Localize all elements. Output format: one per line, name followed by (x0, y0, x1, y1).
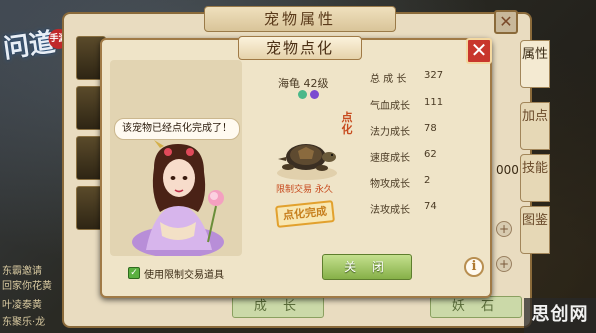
tab-skills[interactable]: 技能 (520, 154, 550, 202)
element-wood-icon (298, 90, 307, 99)
stat-row-physical-attack-growth: 物攻成长 2 (370, 175, 480, 195)
stat-label: 速度成长 (370, 153, 410, 164)
site-watermark: 思创网 (524, 298, 596, 333)
stat-label: 法力成长 (370, 127, 410, 138)
restricted-item-label: 使用限制交易道具 (144, 270, 224, 281)
stat-value: 74 (424, 201, 437, 212)
growth-button[interactable]: 成 长 (232, 296, 324, 318)
back-panel-value: 000 (496, 163, 519, 177)
demon-stone-button[interactable]: 妖 石 (430, 296, 522, 318)
tab-add-points[interactable]: 加点 (520, 102, 550, 150)
element-metal-icon (310, 90, 319, 99)
tab-attributes[interactable]: 属性 (520, 40, 550, 88)
chat-line: 东聚乐·龙 (2, 317, 46, 328)
trade-restriction-note: 限制交易 永久 (276, 185, 333, 195)
back-panel-title: 宠物属性 (204, 6, 396, 32)
stat-value: 111 (424, 97, 444, 108)
info-icon[interactable]: i (464, 257, 484, 277)
stat-row-magic-attack-growth: 法攻成长 74 (370, 201, 480, 221)
stat-row-total-growth: 总 成 长 327 (370, 70, 480, 90)
stat-label: 气血成长 (370, 101, 410, 112)
dialog-close-button[interactable]: ✕ (466, 38, 492, 64)
stat-value: 62 (424, 149, 437, 160)
stat-label: 物攻成长 (370, 179, 410, 190)
sea-turtle-pet-icon (277, 144, 337, 180)
chat-line: 叶凌泰黄 (2, 300, 42, 311)
stat-label: 法攻成长 (370, 205, 410, 216)
fairy-npc-portrait (132, 140, 224, 256)
pet-name-level: 海龟 42级 (278, 77, 329, 90)
enlighten-complete-stamp: 点化完成 (275, 200, 335, 228)
stat-row-mana-growth: 法力成长 78 (370, 123, 480, 143)
stat-value: 2 (424, 175, 431, 186)
chat-line: 东霸邀请 (2, 266, 42, 277)
plus-icon[interactable]: + (496, 221, 512, 237)
restricted-item-checkbox[interactable]: ✓ (128, 267, 140, 279)
dialog-title: 宠物点化 (238, 36, 362, 60)
stat-row-speed-growth: 速度成长 62 (370, 149, 480, 169)
chat-line: 回家你花黄 (2, 281, 52, 292)
close-button[interactable]: 关 闭 (322, 254, 412, 280)
enlighten-mark: 点化 (341, 111, 353, 136)
stat-row-hp-growth: 气血成长 111 (370, 97, 480, 117)
stat-value: 327 (424, 70, 444, 81)
plus-icon[interactable]: + (496, 256, 512, 272)
stat-value: 78 (424, 123, 437, 134)
pet-enlighten-dialog: 宠物点化 ✕ 该宠物已经点化完成了！ ✓ 使用限制交易道具 海龟 42级 点化 … (100, 36, 492, 298)
npc-speech-bubble: 该宠物已经点化完成了！ (114, 118, 240, 140)
stat-label: 总 成 长 (370, 74, 407, 85)
back-panel-close-button[interactable]: ✕ (494, 10, 518, 34)
tab-codex[interactable]: 图鉴 (520, 206, 550, 254)
